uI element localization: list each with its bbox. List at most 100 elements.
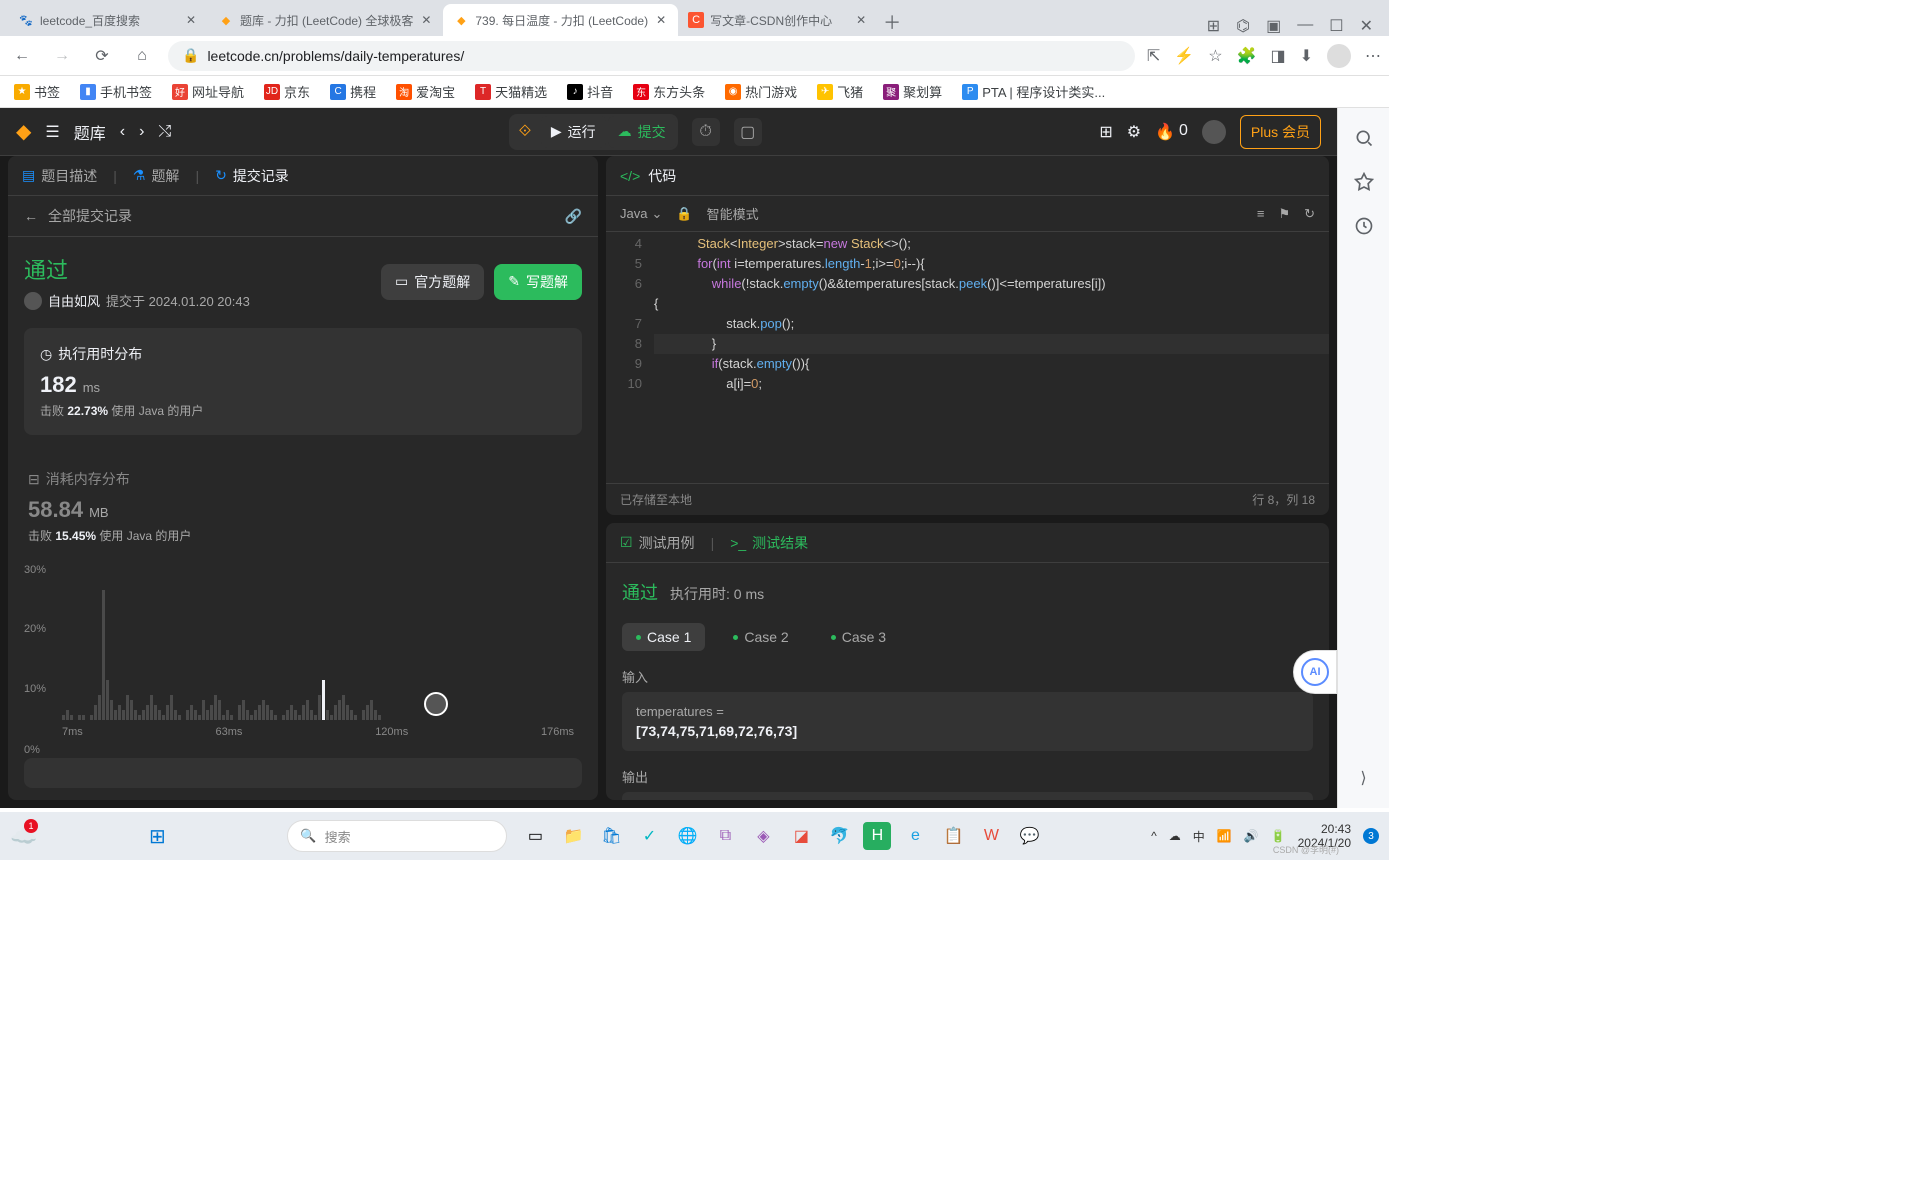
onedrive-icon[interactable]: ☁ (1169, 829, 1181, 843)
explorer-icon[interactable]: 📁 (559, 822, 587, 850)
prev-icon[interactable]: ‹ (120, 123, 125, 141)
reload-icon[interactable]: ⟳ (88, 42, 116, 70)
run-button[interactable]: ▶运行 (541, 116, 606, 148)
star-icon[interactable] (1354, 172, 1374, 192)
home-icon[interactable]: ⌂ (128, 42, 156, 70)
bookmark-item[interactable]: ◉热门游戏 (725, 82, 797, 101)
app-icon[interactable]: ✓ (635, 822, 663, 850)
address-bar[interactable]: 🔒 leetcode.cn/problems/daily-temperature… (168, 41, 1135, 71)
shuffle-icon[interactable]: ⤭ (158, 123, 171, 141)
extensions-icon[interactable]: ⌬ (1236, 16, 1250, 36)
back-icon[interactable]: ← (8, 42, 36, 70)
expand-icon[interactable]: ⟩ (1360, 768, 1366, 788)
problems-link[interactable]: 题库 (74, 120, 106, 144)
case-3-tab[interactable]: Case 3 (817, 623, 900, 651)
layout-icon[interactable]: ⊞ (1099, 122, 1112, 142)
volume-icon[interactable]: 🔊 (1244, 829, 1259, 843)
weather-widget[interactable]: ☁️ 1 (10, 823, 37, 849)
star-icon[interactable]: ☆ (1208, 46, 1222, 66)
battery-icon[interactable]: 🔋 (1271, 829, 1286, 843)
start-button[interactable]: ⊞ (143, 822, 171, 850)
official-solution-button[interactable]: ▭官方题解 (381, 264, 484, 300)
format-icon[interactable]: ≡ (1257, 206, 1265, 221)
minimize-icon[interactable]: — (1297, 16, 1313, 36)
settings-icon[interactable]: ⚙ (1127, 122, 1141, 142)
bookmark-item[interactable]: C携程 (330, 82, 376, 101)
vs-icon[interactable]: ◈ (749, 822, 777, 850)
tray-chevron-icon[interactable]: ^ (1151, 829, 1157, 843)
back-to-submissions[interactable]: ← 全部提交记录 🔗 (8, 196, 598, 237)
edge-icon[interactable]: 🌐 (673, 822, 701, 850)
close-icon[interactable]: ✕ (654, 13, 668, 27)
case-2-tab[interactable]: Case 2 (719, 623, 802, 651)
submit-button[interactable]: ☁提交 (608, 116, 676, 148)
restore-icon[interactable]: ▣ (1266, 16, 1281, 36)
note-icon[interactable]: ▢ (734, 118, 762, 146)
timer-icon[interactable]: ⏱ (692, 118, 720, 146)
tab-testresult[interactable]: >_测试结果 (730, 533, 808, 553)
notification-badge[interactable]: 3 (1363, 828, 1379, 844)
task-view-icon[interactable]: ▭ (521, 822, 549, 850)
store-icon[interactable]: 🛍 (597, 822, 625, 850)
close-icon[interactable]: ✕ (184, 13, 198, 27)
tab-description[interactable]: ▤题目描述 (22, 166, 97, 186)
bookmark-item[interactable]: 东东方头条 (633, 82, 705, 101)
bookmark-item[interactable]: PPTA | 程序设计类实... (962, 82, 1105, 101)
wechat-icon[interactable]: 💬 (1015, 822, 1043, 850)
menu-icon[interactable]: ⊞ (1207, 16, 1220, 36)
reset-icon[interactable]: ↻ (1304, 206, 1315, 222)
tab-testcases[interactable]: ☑测试用例 (620, 533, 695, 553)
browser-icon[interactable]: e (901, 822, 929, 850)
bookmark-item[interactable]: ✈飞猪 (817, 82, 863, 101)
bookmark-item[interactable]: ★书签 (14, 82, 60, 101)
tab-solution[interactable]: ⚗题解 (133, 166, 180, 186)
link-icon[interactable]: 🔗 (565, 208, 582, 225)
app-icon[interactable]: 🐬 (825, 822, 853, 850)
sidepanel-icon[interactable]: ◨ (1270, 46, 1285, 66)
tab-leetcode-list[interactable]: ◆题库 - 力扣 (LeetCode) 全球极客✕ (208, 4, 443, 36)
ai-assistant-button[interactable]: AI (1293, 650, 1337, 694)
bookmark-item[interactable]: ♪抖音 (567, 82, 613, 101)
ime-icon[interactable]: 中 (1193, 828, 1205, 845)
bookmark-icon[interactable]: ⚑ (1278, 206, 1290, 222)
plus-button[interactable]: Plus 会员 (1240, 115, 1321, 149)
list-icon[interactable]: ☰ (45, 122, 59, 142)
code-editor[interactable]: 45678910 Stack<Integer>stack=new Stack<>… (606, 232, 1329, 483)
new-tab-button[interactable]: ＋ (878, 8, 906, 36)
app-icon[interactable]: ◪ (787, 822, 815, 850)
tab-csdn[interactable]: C写文章-CSDN创作中心✕ (678, 4, 878, 36)
avatar-icon[interactable] (1202, 120, 1226, 144)
bookmark-item[interactable]: JD京东 (264, 82, 310, 101)
bookmark-item[interactable]: ▮手机书签 (80, 82, 152, 101)
wps-icon[interactable]: W (977, 822, 1005, 850)
download-icon[interactable]: ⬇ (1300, 46, 1313, 66)
history-icon[interactable] (1354, 216, 1374, 236)
bookmark-item[interactable]: T天猫精选 (475, 82, 547, 101)
more-icon[interactable]: ⋯ (1365, 46, 1381, 66)
app-icon[interactable]: H (863, 822, 891, 850)
tab-active[interactable]: ◆739. 每日温度 - 力扣 (LeetCode)✕ (443, 4, 678, 36)
wifi-icon[interactable]: 📶 (1217, 829, 1232, 843)
bookmark-item[interactable]: 好网址导航 (172, 82, 244, 101)
extensions-icon[interactable]: 🧩 (1237, 46, 1257, 66)
close-icon[interactable]: ✕ (854, 13, 868, 27)
case-1-tab[interactable]: Case 1 (622, 623, 705, 651)
flash-icon[interactable]: ⚡ (1174, 46, 1194, 66)
maximize-icon[interactable]: ☐ (1329, 16, 1343, 36)
close-window-icon[interactable]: ✕ (1360, 16, 1373, 36)
tab-baidu[interactable]: 🐾leetcode_百度搜索✕ (8, 4, 208, 36)
fire-icon[interactable]: 🔥0 (1155, 122, 1188, 142)
tab-submissions[interactable]: ↻提交记录 (215, 166, 289, 186)
debug-icon[interactable]: ⟐ (511, 118, 539, 146)
taskbar-search[interactable]: 🔍搜索 (287, 820, 507, 852)
bookmark-item[interactable]: 聚聚划算 (883, 82, 942, 101)
close-icon[interactable]: ✕ (419, 13, 433, 27)
language-selector[interactable]: Java⌄ (620, 206, 662, 222)
search-icon[interactable] (1354, 128, 1374, 148)
next-icon[interactable]: › (139, 123, 144, 141)
bookmark-item[interactable]: 淘爱淘宝 (396, 82, 455, 101)
profile-icon[interactable] (1327, 44, 1351, 68)
share-icon[interactable]: ⇱ (1147, 46, 1160, 66)
app-icon[interactable]: 📋 (939, 822, 967, 850)
vscode-icon[interactable]: ⧉ (711, 822, 739, 850)
